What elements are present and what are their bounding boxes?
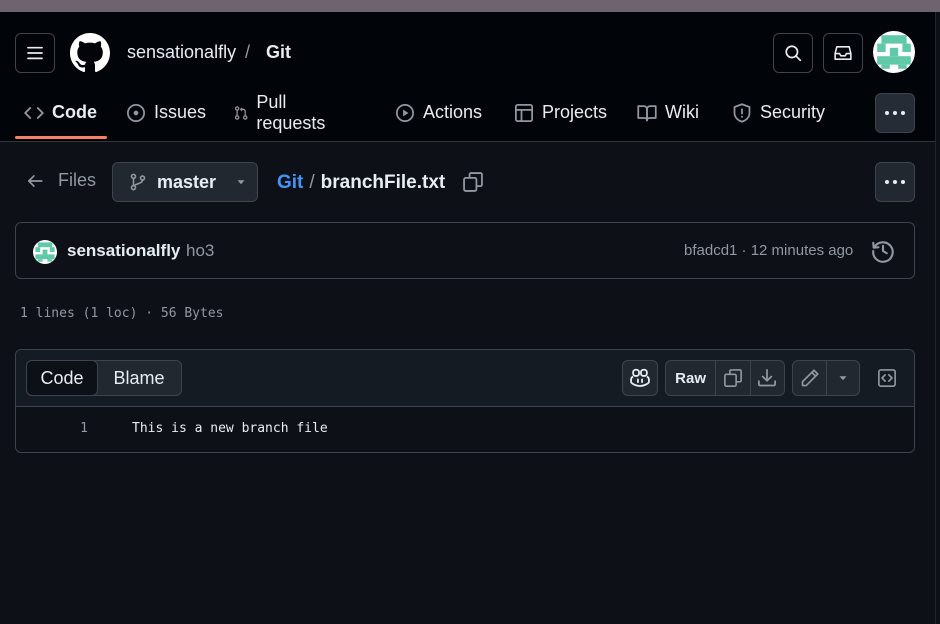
commit-sha-time[interactable]: bfadcd1 · 12 minutes ago [684,242,853,259]
repo-name-link[interactable]: Git [266,42,291,63]
file-more-button[interactable] [875,162,915,202]
shield-icon [733,102,751,123]
kebab-horizontal-icon [885,180,905,184]
branch-selector[interactable]: master [112,162,258,202]
repo-path-separator: / [245,42,251,62]
code-view-tab[interactable]: Code [26,360,98,396]
pencil-icon [801,369,819,387]
tab-issues[interactable]: Issues [126,84,206,141]
commit-author-link[interactable]: sensationalfly [67,241,180,261]
tab-projects-label: Projects [542,102,608,122]
symbols-panel-button[interactable] [872,362,902,394]
breadcrumb: Git / branchFile.txt [277,172,445,194]
tab-pull-requests-label: Pull requests [256,91,326,133]
kebab-horizontal-icon [885,111,905,115]
copy-icon [723,369,742,387]
hamburger-icon [27,46,43,60]
search-button[interactable] [773,33,813,73]
tab-code[interactable]: Code [24,84,97,141]
tab-wiki[interactable]: Wiki [637,84,699,141]
files-label: Files [58,170,97,190]
branch-name: master [157,171,217,192]
code-icon [24,106,44,119]
breadcrumb-repo-link[interactable]: Git [277,172,303,194]
copy-raw-button[interactable] [716,361,751,395]
issue-icon [127,103,145,122]
edit-file-button[interactable] [793,361,828,395]
tab-issues-label: Issues [154,102,207,122]
file-name: branchFile.txt [320,172,446,193]
active-tab-indicator [15,136,107,139]
history-icon[interactable] [871,239,895,263]
files-back-link[interactable]: Files [26,170,96,191]
repo-owner-link[interactable]: sensationalfly [127,42,236,63]
tab-actions-label: Actions [423,102,483,122]
repo-header: sensationalfly / Git Code Issues Pull re… [0,12,940,142]
identicon-icon [877,35,911,69]
tab-code-label: Code [52,102,97,122]
line-number[interactable]: 1 [56,421,88,436]
triangle-down-icon [839,376,847,381]
edit-button-group [792,360,860,396]
breadcrumb-separator: / [309,172,315,193]
tab-projects[interactable]: Projects [514,84,607,141]
play-icon [396,103,414,122]
table-icon [515,103,533,122]
tab-actions[interactable]: Actions [395,84,482,141]
download-raw-button[interactable] [751,361,784,395]
file-size-info: 1 lines (1 loc) · 56 Bytes [20,306,224,321]
inbox-button[interactable] [823,33,863,73]
user-avatar[interactable] [873,31,915,73]
code-viewer: Code Blame Raw 1 This is a new branch fi… [15,349,915,453]
menu-button[interactable] [15,33,55,73]
window-scrollbar[interactable] [935,12,940,624]
view-mode-toggle: Code Blame [26,360,182,396]
download-icon [758,369,777,387]
copy-path-icon[interactable] [462,171,484,193]
tab-wiki-label: Wiki [665,102,699,122]
code-square-icon [878,369,896,387]
blame-view-tab[interactable]: Blame [98,361,180,395]
code-toolbar: Code Blame Raw [16,350,914,407]
copilot-button[interactable] [622,360,658,396]
commit-author-avatar[interactable] [33,240,57,264]
tab-security[interactable]: Security [732,84,825,141]
edit-options-dropdown[interactable] [827,361,859,395]
nav-more-button[interactable] [875,93,915,133]
github-logo-icon[interactable] [70,33,110,73]
line-content: This is a new branch file [132,421,328,436]
copilot-icon [630,368,650,387]
raw-button-group: Raw [665,360,785,396]
identicon-icon [35,242,55,262]
pull-request-icon [234,105,248,120]
window-top-strip [0,0,940,12]
arrow-left-icon [27,174,43,187]
inbox-icon [834,46,852,60]
triangle-down-icon [237,180,245,185]
code-line: 1 This is a new branch file [16,407,914,452]
search-icon [785,45,802,62]
tab-security-label: Security [760,102,826,122]
git-branch-icon [130,173,146,191]
raw-button[interactable]: Raw [666,361,717,395]
tab-pull-requests[interactable]: Pull requests [234,84,331,141]
commit-message-link[interactable]: ho3 [186,241,214,261]
book-icon [637,104,657,121]
latest-commit-box: sensationalfly ho3 bfadcd1 · 12 minutes … [15,222,915,279]
